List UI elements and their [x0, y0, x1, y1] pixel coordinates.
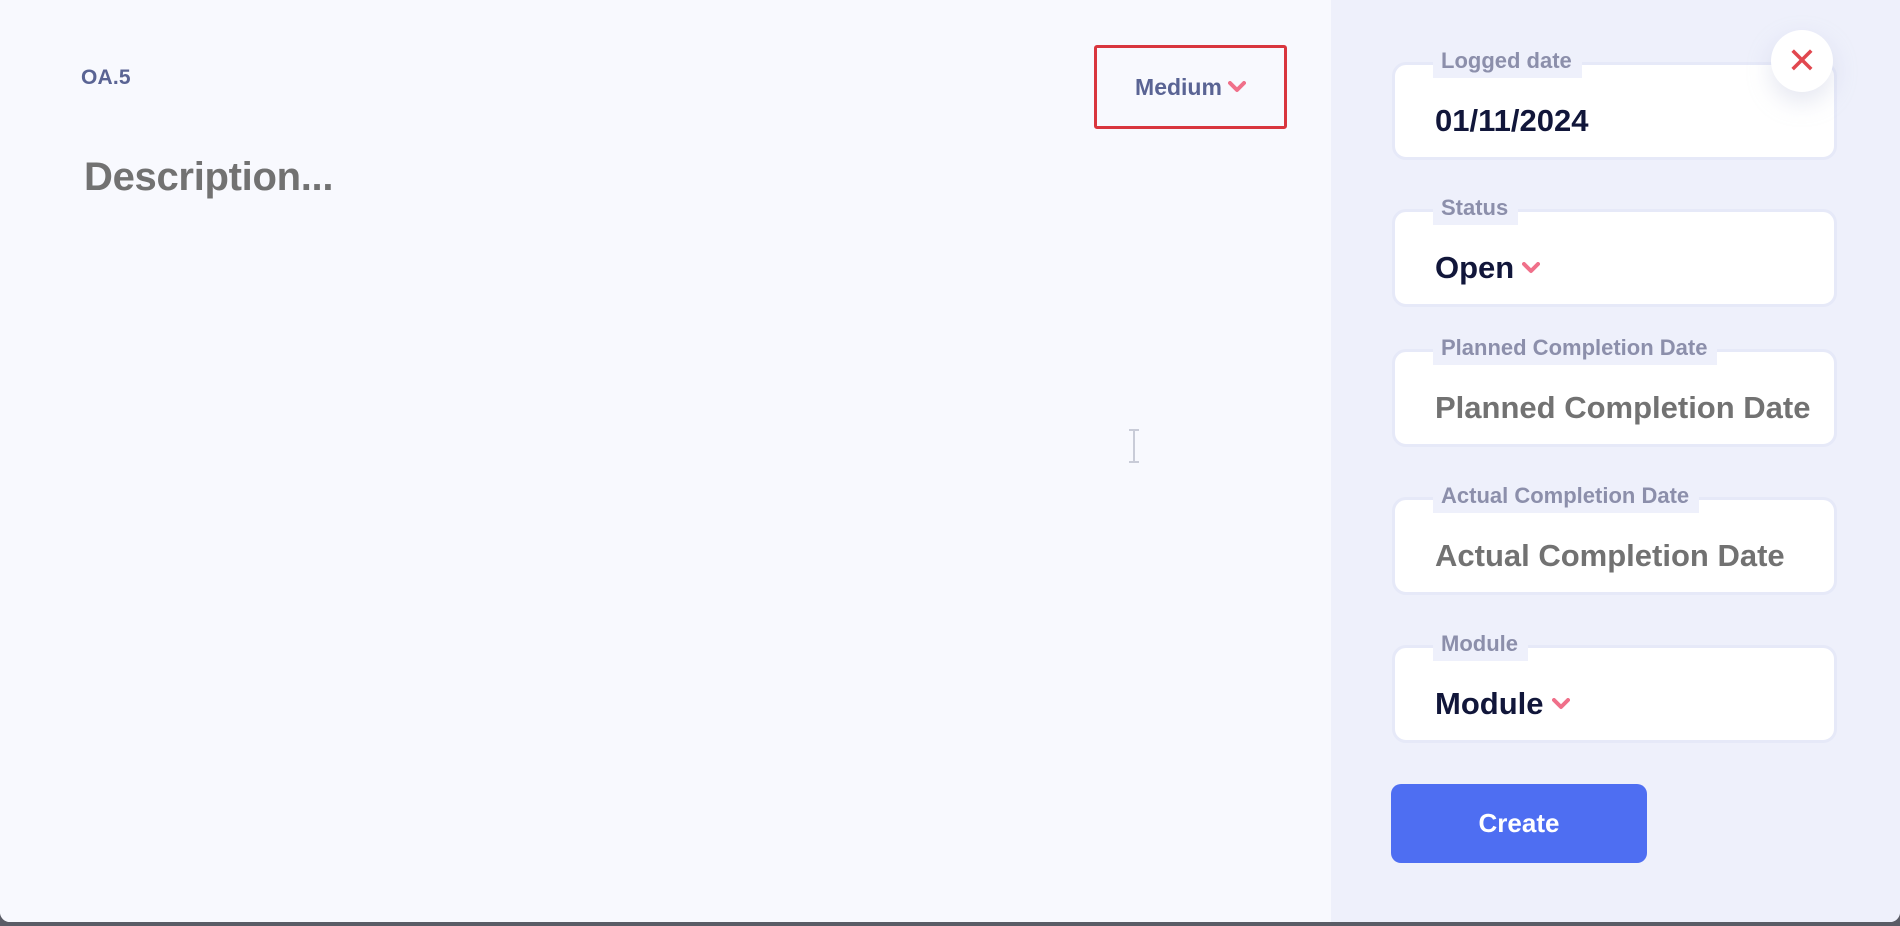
item-details-panel: ✕ Logged date 01/11/2024 Status Open Pla… — [1331, 0, 1900, 922]
create-item-dialog: OA.5 Medium Description... ✕ Logged date… — [0, 0, 1900, 922]
logged-date-label: Logged date — [1433, 42, 1582, 78]
status-dropdown[interactable]: Status Open — [1392, 189, 1837, 307]
close-button[interactable]: ✕ — [1771, 30, 1833, 92]
status-value-wrap: Open — [1435, 250, 1541, 286]
item-main-panel: OA.5 Medium Description... — [0, 0, 1331, 922]
module-value: Module — [1435, 686, 1544, 721]
text-cursor-icon — [1126, 428, 1142, 464]
actual-completion-date-label: Actual Completion Date — [1433, 477, 1700, 513]
logged-date-value: 01/11/2024 — [1435, 103, 1589, 138]
create-button[interactable]: Create — [1391, 784, 1647, 863]
chevron-down-icon — [1551, 698, 1570, 710]
planned-completion-date-label: Planned Completion Date — [1433, 329, 1718, 365]
chevron-down-icon — [1522, 262, 1541, 274]
logged-date-field[interactable]: Logged date 01/11/2024 — [1392, 42, 1837, 160]
planned-completion-date-field[interactable]: Planned Completion Date Planned Completi… — [1392, 329, 1837, 447]
priority-label: Medium — [1135, 73, 1222, 100]
planned-completion-date-placeholder: Planned Completion Date — [1435, 390, 1811, 425]
priority-dropdown[interactable]: Medium — [1094, 45, 1287, 129]
chevron-down-icon — [1227, 81, 1246, 93]
status-label: Status — [1433, 189, 1519, 225]
close-icon: ✕ — [1786, 40, 1818, 81]
actual-completion-date-placeholder: Actual Completion Date — [1435, 538, 1785, 573]
module-value-wrap: Module — [1435, 686, 1570, 722]
module-dropdown[interactable]: Module Module — [1392, 625, 1837, 743]
module-label: Module — [1433, 625, 1528, 661]
description-input[interactable]: Description... — [84, 155, 1234, 200]
item-id: OA.5 — [81, 66, 131, 89]
status-value: Open — [1435, 250, 1515, 285]
actual-completion-date-field[interactable]: Actual Completion Date Actual Completion… — [1392, 477, 1837, 595]
